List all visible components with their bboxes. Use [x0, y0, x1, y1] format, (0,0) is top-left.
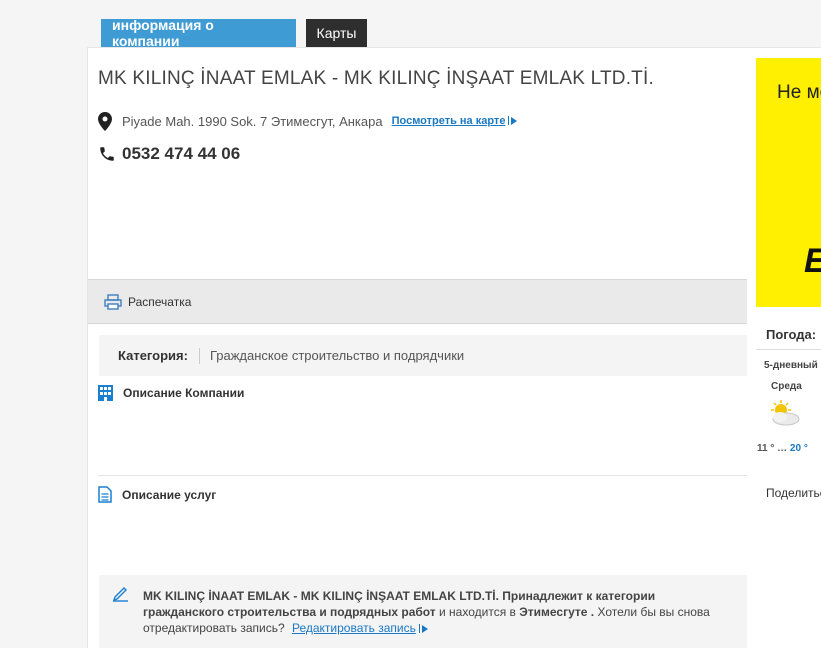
- services-description-heading: Описание услуг: [98, 486, 216, 503]
- tab-company-info[interactable]: информация о компании: [101, 17, 296, 49]
- note-category: гражданского строительства и подрядных р…: [143, 605, 436, 619]
- category-row: Категория: Гражданское строительство и п…: [99, 335, 747, 376]
- pencil-icon: [112, 587, 128, 602]
- category-value[interactable]: Гражданское строительство и подрядчики: [210, 348, 464, 363]
- phone-row: 0532 474 44 06: [98, 144, 240, 164]
- weather-subtitle: 5-дневный: [764, 360, 818, 371]
- map-pin-icon: [98, 112, 112, 131]
- share-button[interactable]: Поделиться: [756, 476, 821, 508]
- company-panel: MK KILINÇ İNAAT EMLAK - MK KILINÇ İNŞAAT…: [87, 47, 821, 648]
- arrow-icon: [421, 624, 428, 633]
- address-text: Piyade Mah. 1990 Sok. 7 Этимесгут, Анкар…: [122, 114, 383, 129]
- print-label: Распечатка: [128, 294, 192, 309]
- weather-day: Среда: [771, 381, 802, 392]
- note-location: Этимесгуте .: [519, 605, 595, 619]
- printer-icon: [104, 293, 122, 310]
- weather-title: Погода:: [756, 318, 821, 350]
- category-label: Категория:: [118, 347, 200, 364]
- note-text2: и находится в: [435, 605, 520, 619]
- arrow-icon: [511, 116, 518, 125]
- edit-notice: MK KILINÇ İNAAT EMLAK - MK KILINÇ İNŞAAT…: [99, 575, 747, 648]
- company-description-heading: Описание Компании: [98, 385, 244, 401]
- divider: [98, 475, 747, 476]
- weather-widget: Погода: 5-дневный Среда 11 ° … 20 °: [756, 318, 821, 464]
- tab-maps[interactable]: Карты: [306, 19, 367, 47]
- phone-icon: [100, 147, 114, 161]
- ad-banner[interactable]: Не может E: [756, 58, 821, 307]
- edit-entry-link[interactable]: Редактировать запись: [292, 621, 428, 635]
- note-text1: Принадлежит к категории: [498, 589, 656, 603]
- company-title: MK KILINÇ İNAAT EMLAK - MK KILINÇ İNŞAAT…: [98, 68, 654, 89]
- ad-text: Не может: [777, 82, 821, 103]
- ad-big-text: E: [804, 242, 821, 281]
- print-button[interactable]: Распечатка: [88, 279, 747, 324]
- building-icon: [98, 385, 113, 401]
- view-on-map-link[interactable]: Посмотреть на карте: [392, 115, 518, 127]
- document-icon: [98, 486, 112, 503]
- phone-number[interactable]: 0532 474 44 06: [122, 144, 240, 164]
- note-company: MK KILINÇ İNAAT EMLAK - MK KILINÇ İNŞAAT…: [143, 589, 499, 603]
- tab-bar: информация о компании Карты: [101, 17, 367, 49]
- address-row: Piyade Mah. 1990 Sok. 7 Этимесгут, Анкар…: [98, 112, 518, 131]
- cloud-sun-icon: [771, 400, 800, 426]
- weather-temps: 11 ° … 20 °: [757, 443, 808, 454]
